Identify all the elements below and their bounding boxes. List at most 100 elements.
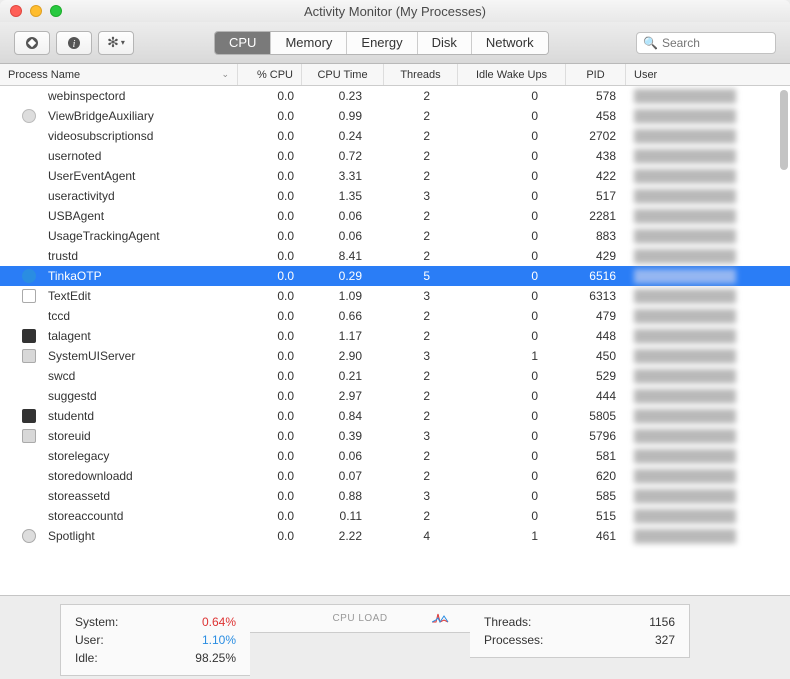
user: ████████████ <box>626 149 790 163</box>
table-row[interactable]: talagent0.01.1720448████████████ <box>0 326 790 346</box>
pid: 444 <box>566 389 626 403</box>
pid: 620 <box>566 469 626 483</box>
tabs-segmented-control: CPU Memory Energy Disk Network <box>214 31 549 55</box>
cpu-pct: 0.0 <box>238 109 302 123</box>
col-idle-wakeups[interactable]: Idle Wake Ups <box>458 64 566 85</box>
cpu-time: 0.66 <box>302 309 384 323</box>
tab-network[interactable]: Network <box>471 32 548 54</box>
cpu-time: 0.72 <box>302 149 384 163</box>
cpu-time: 0.07 <box>302 469 384 483</box>
col-process-name[interactable]: Process Name⌄ <box>0 64 238 85</box>
table-row[interactable]: videosubscriptionsd0.00.24202702████████… <box>0 126 790 146</box>
table-row[interactable]: suggestd0.02.9720444████████████ <box>0 386 790 406</box>
scrollbar[interactable] <box>776 88 788 595</box>
table-row[interactable]: UserEventAgent0.03.3120422████████████ <box>0 166 790 186</box>
process-name: ViewBridgeAuxiliary <box>40 109 238 123</box>
pid: 578 <box>566 89 626 103</box>
col-threads[interactable]: Threads <box>384 64 458 85</box>
cpu-pct: 0.0 <box>238 449 302 463</box>
table-row[interactable]: storeassetd0.00.8830585████████████ <box>0 486 790 506</box>
idle-wakeups: 0 <box>458 509 566 523</box>
chevron-down-icon: ⌄ <box>221 69 229 80</box>
user: ████████████ <box>626 409 790 423</box>
threads: 2 <box>384 469 458 483</box>
search-input[interactable] <box>662 36 769 50</box>
pid: 585 <box>566 489 626 503</box>
tab-energy[interactable]: Energy <box>346 32 416 54</box>
process-name: useractivityd <box>40 189 238 203</box>
threads: 3 <box>384 349 458 363</box>
cpu-pct: 0.0 <box>238 229 302 243</box>
process-name: studentd <box>40 409 238 423</box>
table-row[interactable]: UsageTrackingAgent0.00.0620883██████████… <box>0 226 790 246</box>
process-icon <box>0 269 40 283</box>
user: ████████████ <box>626 309 790 323</box>
table-row[interactable]: storeaccountd0.00.1120515████████████ <box>0 506 790 526</box>
process-table: webinspectord0.00.2320578████████████Vie… <box>0 86 790 595</box>
pid: 479 <box>566 309 626 323</box>
cpu-time: 2.22 <box>302 529 384 543</box>
cpu-time: 0.11 <box>302 509 384 523</box>
threads: 2 <box>384 389 458 403</box>
process-name: Spotlight <box>40 529 238 543</box>
table-row[interactable]: storeuid0.00.39305796████████████ <box>0 426 790 446</box>
table-row[interactable]: usernoted0.00.7220438████████████ <box>0 146 790 166</box>
table-row[interactable]: webinspectord0.00.2320578████████████ <box>0 86 790 106</box>
idle-wakeups: 0 <box>458 469 566 483</box>
process-name: storeassetd <box>40 489 238 503</box>
activity-monitor-window: Activity Monitor (My Processes) i ✻▾ CPU… <box>0 0 790 679</box>
user: ████████████ <box>626 349 790 363</box>
col-pid[interactable]: PID <box>566 64 626 85</box>
processes-value: 327 <box>655 631 675 649</box>
pid: 458 <box>566 109 626 123</box>
table-row[interactable]: SystemUIServer0.02.9031450████████████ <box>0 346 790 366</box>
col-user[interactable]: User <box>626 64 790 85</box>
tab-cpu[interactable]: CPU <box>215 32 270 54</box>
table-row[interactable]: TextEdit0.01.09306313████████████ <box>0 286 790 306</box>
cpu-pct: 0.0 <box>238 469 302 483</box>
table-row[interactable]: trustd0.08.4120429████████████ <box>0 246 790 266</box>
idle-wakeups: 0 <box>458 369 566 383</box>
cpu-pct: 0.0 <box>238 389 302 403</box>
col-cputime[interactable]: CPU Time <box>302 64 384 85</box>
threads: 2 <box>384 369 458 383</box>
table-row[interactable]: Spotlight0.02.2241461████████████ <box>0 526 790 546</box>
table-row[interactable]: tccd0.00.6620479████████████ <box>0 306 790 326</box>
threads: 3 <box>384 289 458 303</box>
process-name: UserEventAgent <box>40 169 238 183</box>
user: ████████████ <box>626 109 790 123</box>
col-cpu[interactable]: % CPU <box>238 64 302 85</box>
user: ████████████ <box>626 249 790 263</box>
idle-wakeups: 0 <box>458 389 566 403</box>
cpu-pct: 0.0 <box>238 429 302 443</box>
settings-button[interactable]: ✻▾ <box>98 31 134 55</box>
process-name: UsageTrackingAgent <box>40 229 238 243</box>
table-row[interactable]: ViewBridgeAuxiliary0.00.9920458█████████… <box>0 106 790 126</box>
threads: 2 <box>384 449 458 463</box>
user: ████████████ <box>626 509 790 523</box>
cpu-pct: 0.0 <box>238 289 302 303</box>
pid: 429 <box>566 249 626 263</box>
search-field[interactable]: 🔍 <box>636 32 776 54</box>
threads: 2 <box>384 409 458 423</box>
idle-wakeups: 0 <box>458 329 566 343</box>
table-row[interactable]: swcd0.00.2120529████████████ <box>0 366 790 386</box>
table-row[interactable]: useractivityd0.01.3530517████████████ <box>0 186 790 206</box>
info-button[interactable]: i <box>56 31 92 55</box>
tab-disk[interactable]: Disk <box>417 32 471 54</box>
idle-wakeups: 0 <box>458 229 566 243</box>
window-title: Activity Monitor (My Processes) <box>0 4 790 19</box>
scroll-thumb[interactable] <box>780 90 788 170</box>
tab-memory[interactable]: Memory <box>270 32 346 54</box>
table-row[interactable]: storedownloadd0.00.0720620████████████ <box>0 466 790 486</box>
table-row[interactable]: storelegacy0.00.0620581████████████ <box>0 446 790 466</box>
cpu-time: 0.06 <box>302 449 384 463</box>
process-name: storelegacy <box>40 449 238 463</box>
user-value: 1.10% <box>202 631 236 649</box>
svg-text:i: i <box>73 39 76 50</box>
table-row[interactable]: USBAgent0.00.06202281████████████ <box>0 206 790 226</box>
stop-process-button[interactable] <box>14 31 50 55</box>
table-row[interactable]: TinkaOTP0.00.29506516████████████ <box>0 266 790 286</box>
process-name: SystemUIServer <box>40 349 238 363</box>
table-row[interactable]: studentd0.00.84205805████████████ <box>0 406 790 426</box>
